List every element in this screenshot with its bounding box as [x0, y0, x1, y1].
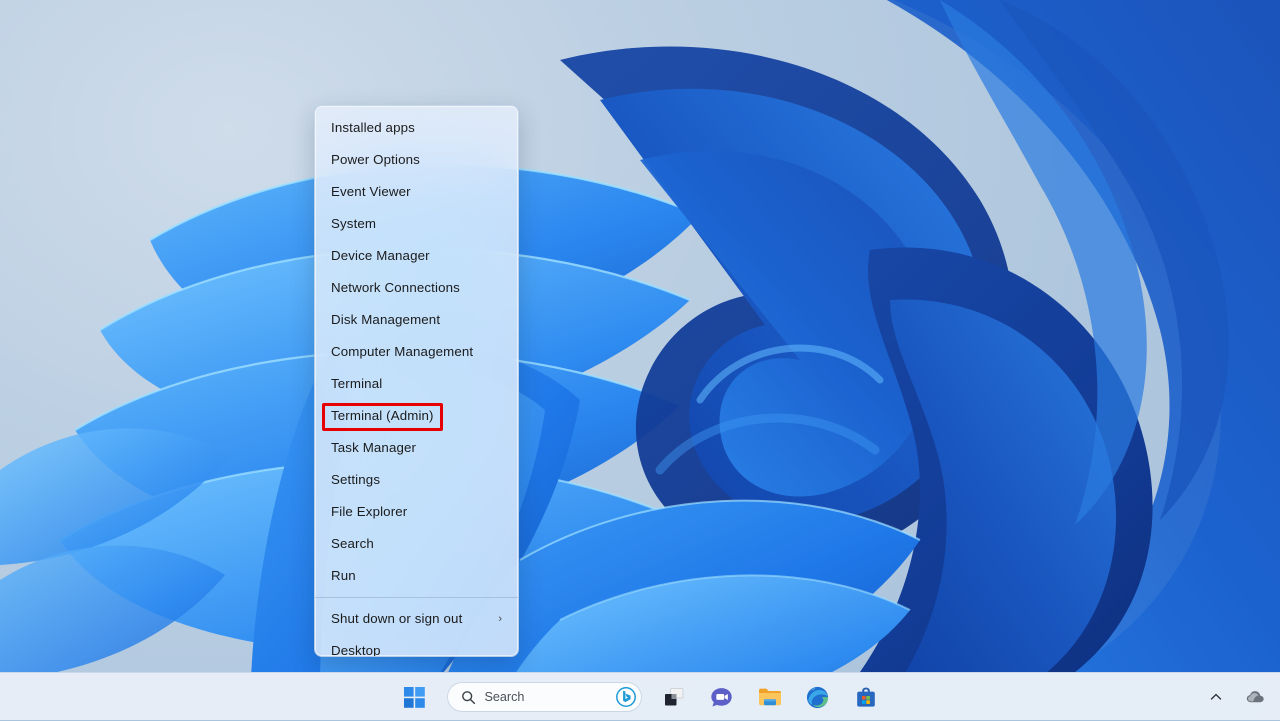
- menu-item-disk-management[interactable]: Disk Management: [315, 304, 518, 336]
- wallpaper-bloom-art: [0, 0, 1280, 672]
- menu-item-label: Shut down or sign out: [331, 611, 463, 626]
- chevron-right-icon: ›: [498, 612, 502, 625]
- win-x-quick-link-menu[interactable]: Installed apps Power Options Event Viewer S…: [314, 105, 519, 657]
- start-button[interactable]: [395, 677, 435, 717]
- taskbar-item-file-explorer[interactable]: [750, 677, 790, 717]
- menu-item-label: Terminal: [331, 376, 383, 391]
- menu-item-label: Task Manager: [331, 440, 417, 455]
- desktop-wallpaper[interactable]: [0, 0, 1280, 720]
- menu-item-label: Device Manager: [331, 248, 430, 263]
- menu-item-terminal-admin[interactable]: Terminal (Admin): [315, 400, 518, 432]
- menu-item-shut-down-or-sign-out[interactable]: Shut down or sign out ›: [315, 603, 518, 635]
- menu-item-label: Terminal (Admin): [331, 408, 434, 423]
- show-hidden-icons-button[interactable]: [1198, 679, 1234, 715]
- menu-item-label: Network Connections: [331, 280, 460, 295]
- menu-item-label: Power Options: [331, 152, 420, 167]
- taskbar-item-microsoft-edge[interactable]: [798, 677, 838, 717]
- menu-item-label: Desktop: [331, 643, 381, 657]
- menu-item-power-options[interactable]: Power Options: [315, 144, 518, 176]
- system-tray: [1198, 673, 1280, 721]
- task-view-icon: [664, 688, 683, 706]
- search-placeholder: Search: [484, 690, 525, 704]
- folder-icon: [758, 688, 781, 706]
- menu-item-desktop[interactable]: Desktop: [315, 635, 518, 657]
- menu-item-list: Installed apps Power Options Event Viewer S…: [315, 112, 518, 657]
- taskbar-center-group: Search: [0, 673, 1280, 721]
- menu-item-installed-apps[interactable]: Installed apps: [315, 112, 518, 144]
- cloud-icon: [1246, 691, 1264, 703]
- menu-item-label: Disk Management: [331, 312, 441, 327]
- menu-item-file-explorer[interactable]: File Explorer: [315, 496, 518, 528]
- menu-item-label: System: [331, 216, 377, 231]
- taskbar-item-task-view[interactable]: [654, 677, 694, 717]
- menu-item-run[interactable]: Run: [315, 560, 518, 592]
- menu-item-label: File Explorer: [331, 504, 408, 519]
- menu-item-label: Search: [331, 536, 374, 551]
- taskbar-item-chat[interactable]: [702, 677, 742, 717]
- menu-item-search[interactable]: Search: [315, 528, 518, 560]
- menu-item-device-manager[interactable]: Device Manager: [315, 240, 518, 272]
- store-icon: [856, 687, 875, 707]
- search-icon: [461, 690, 475, 704]
- menu-item-computer-management[interactable]: Computer Management: [315, 336, 518, 368]
- menu-separator: [315, 597, 518, 598]
- menu-item-label: Computer Management: [331, 344, 474, 359]
- taskbar[interactable]: Search: [0, 672, 1280, 720]
- menu-item-terminal[interactable]: Terminal: [315, 368, 518, 400]
- menu-item-event-viewer[interactable]: Event Viewer: [315, 176, 518, 208]
- chevron-up-icon: [1210, 693, 1222, 700]
- menu-item-settings[interactable]: Settings: [315, 464, 518, 496]
- menu-item-label: Installed apps: [331, 120, 415, 135]
- menu-item-label: Event Viewer: [331, 184, 411, 199]
- menu-item-network-connections[interactable]: Network Connections: [315, 272, 518, 304]
- weather-button[interactable]: [1238, 679, 1274, 715]
- bing-copilot-icon[interactable]: [615, 686, 637, 708]
- menu-item-system[interactable]: System: [315, 208, 518, 240]
- menu-item-task-manager[interactable]: Task Manager: [315, 432, 518, 464]
- search-input[interactable]: Search: [446, 682, 642, 712]
- edge-icon: [806, 686, 829, 708]
- windows-logo-icon: [404, 686, 425, 708]
- menu-item-label: Run: [331, 568, 356, 583]
- menu-item-label: Settings: [331, 472, 381, 487]
- taskbar-item-microsoft-store[interactable]: [846, 677, 886, 717]
- chat-icon: [711, 687, 732, 706]
